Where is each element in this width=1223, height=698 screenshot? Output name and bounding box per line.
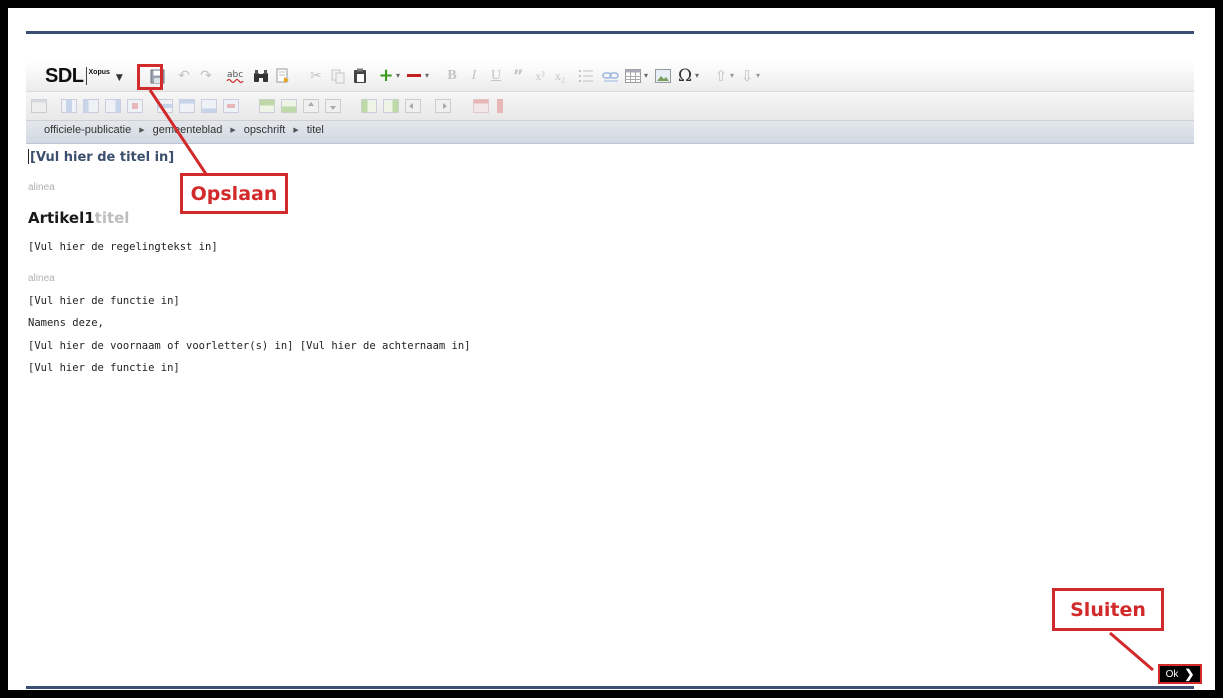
functie-field[interactable]: [Vul hier de functie in] — [28, 295, 180, 307]
column-insert-before-icon[interactable] — [82, 97, 100, 115]
functie-field[interactable]: [Vul hier de functie in] — [28, 362, 180, 374]
link-icon[interactable] — [602, 66, 620, 86]
row-insert-below-icon[interactable] — [200, 97, 218, 115]
breadcrumb-item[interactable]: titel — [307, 124, 324, 136]
column-delete-icon[interactable] — [126, 97, 144, 115]
column-select-icon[interactable] — [60, 97, 78, 115]
superscript-icon[interactable]: x² — [532, 66, 548, 86]
merge-down-icon[interactable] — [280, 97, 298, 115]
cut-icon[interactable]: ✂ — [308, 66, 324, 86]
breadcrumb-item[interactable]: gemeenteblad — [153, 124, 223, 136]
special-char-icon[interactable]: Ω — [676, 65, 694, 87]
regelingtekst-field[interactable]: [Vul hier de regelingtekst in] — [28, 241, 218, 253]
merge-left-icon[interactable] — [360, 97, 378, 115]
close-callout: Sluiten — [1052, 588, 1164, 631]
undo-icon[interactable]: ↶ — [176, 67, 192, 85]
sdl-xopus-logo[interactable]: SDL Xopus ▼ — [45, 64, 123, 88]
bottom-divider — [26, 686, 1194, 689]
ok-label: Ok — [1165, 668, 1179, 680]
table-icon[interactable] — [624, 66, 642, 86]
table-toolbar — [26, 92, 1194, 121]
split-right-icon[interactable] — [434, 97, 452, 115]
chevron-down-icon[interactable]: ▾ — [693, 66, 701, 86]
chevron-down-icon[interactable]: ▾ — [754, 66, 762, 86]
cell-delete-icon[interactable] — [494, 97, 506, 115]
logo-divider — [85, 67, 87, 85]
bold-icon[interactable]: B — [444, 66, 460, 86]
chevron-right-icon: ▶ — [139, 127, 145, 134]
document-title-text: [Vul hier de titel in] — [30, 150, 175, 165]
chevron-down-icon[interactable]: ▼ — [116, 73, 123, 83]
redo-icon[interactable]: ↷ — [198, 67, 214, 85]
chevron-down-icon[interactable]: ▾ — [728, 66, 736, 86]
article-label: Artikel1 — [28, 209, 95, 227]
move-down-icon[interactable]: ⇩ — [740, 66, 754, 86]
copy-icon[interactable] — [330, 66, 346, 86]
article-title-placeholder: titel — [94, 209, 130, 227]
table-delete-icon[interactable] — [472, 97, 490, 115]
logo-text: SDL — [45, 65, 84, 87]
logo-sub-text: Xopus — [88, 69, 110, 76]
breadcrumb-item[interactable]: opschrift — [244, 124, 286, 136]
namens-text[interactable]: Namens deze, — [28, 317, 104, 329]
document-title[interactable]: [Vul hier de titel in] — [28, 149, 174, 165]
move-up-icon[interactable]: ⇧ — [714, 66, 728, 86]
top-divider — [26, 31, 1194, 34]
names-field[interactable]: [Vul hier de voornaam of voorletter(s) i… — [28, 340, 471, 352]
row-delete-icon[interactable] — [222, 97, 240, 115]
split-left-icon[interactable] — [404, 97, 422, 115]
chevron-right-icon: ▶ — [230, 127, 236, 134]
chevron-down-icon[interactable]: ▾ — [642, 66, 650, 86]
svg-text:abc: abc — [227, 70, 243, 80]
breadcrumb-item[interactable]: officiele-publicatie — [44, 124, 131, 136]
column-insert-after-icon[interactable] — [104, 97, 122, 115]
editor-window: SDL Xopus ▼ ↶ ↷ abc ✂ + ▾ ▾ B I U ” x² x… — [8, 8, 1215, 690]
remove-icon[interactable] — [406, 66, 422, 86]
breadcrumb: officiele-publicatie ▶ gemeenteblad ▶ op… — [26, 121, 1194, 144]
save-callout: Opslaan — [180, 173, 288, 214]
save-highlight — [137, 64, 163, 90]
find-icon[interactable] — [252, 66, 270, 86]
image-icon[interactable] — [654, 66, 672, 86]
merge-up-icon[interactable] — [258, 97, 276, 115]
chevron-down-icon[interactable]: ▾ — [423, 66, 431, 86]
spellcheck-icon[interactable]: abc — [226, 66, 246, 86]
chevron-right-icon: ▶ — [293, 127, 299, 134]
alinea-label[interactable]: alinea — [28, 273, 55, 284]
row-insert-above-icon[interactable] — [178, 97, 196, 115]
alinea-label[interactable]: alinea — [28, 182, 55, 193]
underline-icon[interactable]: U — [488, 66, 504, 86]
split-up-icon[interactable] — [302, 97, 320, 115]
split-down-icon[interactable] — [324, 97, 342, 115]
find-replace-icon[interactable] — [274, 66, 292, 86]
quote-icon[interactable]: ” — [510, 66, 526, 86]
table-props-icon[interactable] — [30, 97, 48, 115]
ok-button[interactable]: Ok ❯ — [1158, 664, 1202, 684]
italic-icon[interactable]: I — [466, 66, 482, 86]
row-select-icon[interactable] — [156, 97, 174, 115]
article-heading[interactable]: Artikel1titel — [28, 209, 129, 227]
main-toolbar: SDL Xopus ▼ ↶ ↷ abc ✂ + ▾ ▾ B I U ” x² x… — [26, 61, 1194, 92]
text-caret — [28, 149, 29, 164]
paste-icon[interactable] — [352, 66, 368, 86]
chevron-down-icon[interactable]: ▾ — [394, 66, 402, 86]
insert-icon[interactable]: + — [378, 66, 394, 86]
chevron-right-icon: ❯ — [1184, 667, 1195, 681]
list-icon[interactable] — [578, 66, 594, 86]
merge-right-icon[interactable] — [382, 97, 400, 115]
subscript-icon[interactable]: x₂ — [552, 66, 568, 86]
